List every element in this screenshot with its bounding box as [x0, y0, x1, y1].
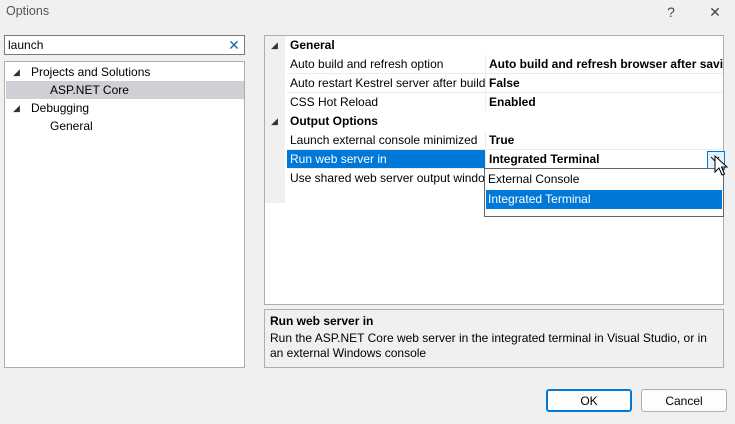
property-row[interactable]: CSS Hot Reload Enabled	[265, 93, 723, 112]
window-title: Options	[6, 4, 50, 18]
property-name: Auto restart Kestrel server after build	[290, 76, 485, 90]
category-output-options[interactable]: ◢ Output Options	[265, 112, 723, 131]
cancel-button[interactable]: Cancel	[641, 389, 727, 412]
dropdown-option-external-console[interactable]: External Console	[486, 170, 722, 189]
property-value[interactable]: True	[489, 131, 723, 150]
dropdown-list: External Console Integrated Terminal	[484, 168, 724, 217]
dropdown-option-integrated-terminal[interactable]: Integrated Terminal	[486, 190, 722, 209]
tree-item-label: ASP.NET Core	[50, 83, 129, 97]
description-text: Run the ASP.NET Core web server in the i…	[270, 331, 707, 360]
title-bar: Options ? ✕	[0, 0, 735, 24]
options-tree: ◢ Projects and Solutions ASP.NET Core ◢ …	[4, 61, 245, 368]
expanded-triangle-icon[interactable]: ◢	[13, 99, 23, 117]
property-value[interactable]: Auto build and refresh browser after sav…	[489, 55, 723, 74]
category-label: General	[290, 38, 335, 52]
property-name: Auto build and refresh option	[290, 57, 444, 71]
tree-item-label: General	[50, 119, 93, 133]
property-row[interactable]: Auto build and refresh option Auto build…	[265, 55, 723, 74]
category-label: Output Options	[290, 114, 378, 128]
property-row-selected[interactable]: Run web server in Integrated Terminal	[265, 150, 723, 169]
description-title: Run web server in	[270, 314, 374, 328]
property-name: Use shared web server output window	[290, 171, 485, 185]
property-value-combobox[interactable]: Integrated Terminal	[489, 150, 723, 169]
mouse-cursor-icon	[714, 155, 728, 176]
ok-button[interactable]: OK	[546, 389, 632, 412]
property-name: Run web server in	[290, 152, 387, 166]
category-general[interactable]: ◢ General	[265, 36, 723, 55]
description-panel: Run web server in Run the ASP.NET Core w…	[264, 309, 724, 368]
property-value[interactable]: Enabled	[489, 93, 723, 112]
expanded-triangle-icon[interactable]: ◢	[271, 36, 278, 55]
help-button[interactable]: ?	[661, 2, 681, 22]
tree-item-general[interactable]: General	[6, 117, 244, 135]
property-row[interactable]: Auto restart Kestrel server after build …	[265, 74, 723, 93]
search-box: ✕	[4, 35, 245, 55]
property-name: Launch external console minimized	[290, 133, 478, 147]
property-value[interactable]: False	[489, 74, 723, 93]
clear-search-icon[interactable]: ✕	[227, 37, 241, 53]
tree-item-debugging[interactable]: ◢ Debugging	[6, 99, 244, 117]
tree-item-label: Projects and Solutions	[31, 65, 151, 79]
tree-item-label: Debugging	[31, 101, 90, 115]
search-input[interactable]	[8, 37, 220, 53]
expanded-triangle-icon[interactable]: ◢	[13, 63, 23, 81]
property-row[interactable]: Launch external console minimized True	[265, 131, 723, 150]
expanded-triangle-icon[interactable]: ◢	[271, 112, 278, 131]
tree-item-projects-and-solutions[interactable]: ◢ Projects and Solutions	[6, 63, 244, 81]
close-button[interactable]: ✕	[705, 2, 725, 22]
tree-item-aspnet-core[interactable]: ASP.NET Core	[6, 81, 244, 99]
property-name: CSS Hot Reload	[290, 95, 379, 109]
